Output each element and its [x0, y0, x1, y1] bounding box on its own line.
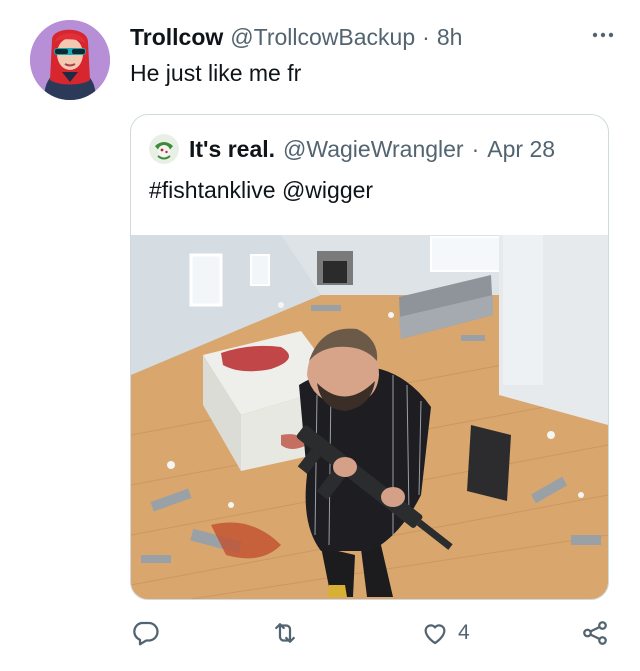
reply-icon: [133, 621, 159, 646]
display-name[interactable]: Trollcow: [130, 24, 223, 51]
more-dots-icon[interactable]: [590, 22, 616, 48]
quoted-separator-dot: ·: [471, 135, 480, 162]
action-bar: 4: [130, 618, 610, 654]
share-button[interactable]: [580, 618, 610, 648]
quoted-avatar: [149, 134, 179, 164]
quoted-display-name[interactable]: It's real.: [189, 136, 275, 163]
reply-button[interactable]: [130, 618, 168, 648]
user-handle[interactable]: @TrollcowBackup: [230, 24, 415, 51]
share-icon: [583, 621, 607, 645]
repost-button[interactable]: [270, 618, 308, 648]
quoted-header: It's real. @WagieWrangler · Apr 28: [149, 133, 596, 165]
repost-icon: [275, 623, 295, 643]
quoted-handle[interactable]: @WagieWrangler: [283, 136, 464, 163]
quoted-post[interactable]: It's real. @WagieWrangler · Apr 28 #fish…: [130, 114, 609, 600]
post-time[interactable]: 8h: [437, 24, 463, 51]
quoted-date[interactable]: Apr 28: [487, 136, 555, 163]
avatar[interactable]: [30, 20, 110, 100]
quoted-media-image[interactable]: [131, 235, 608, 599]
like-button[interactable]: 4: [420, 618, 470, 648]
separator-dot: ·: [422, 23, 430, 50]
avatar-image: [30, 20, 110, 100]
post-header: Trollcow @TrollcowBackup · 8h: [130, 20, 616, 54]
post-text: He just like me fr: [130, 60, 302, 86]
quoted-text: #fishtanklive @wigger: [149, 177, 374, 203]
like-count: 4: [458, 621, 470, 644]
heart-icon: [424, 624, 446, 645]
